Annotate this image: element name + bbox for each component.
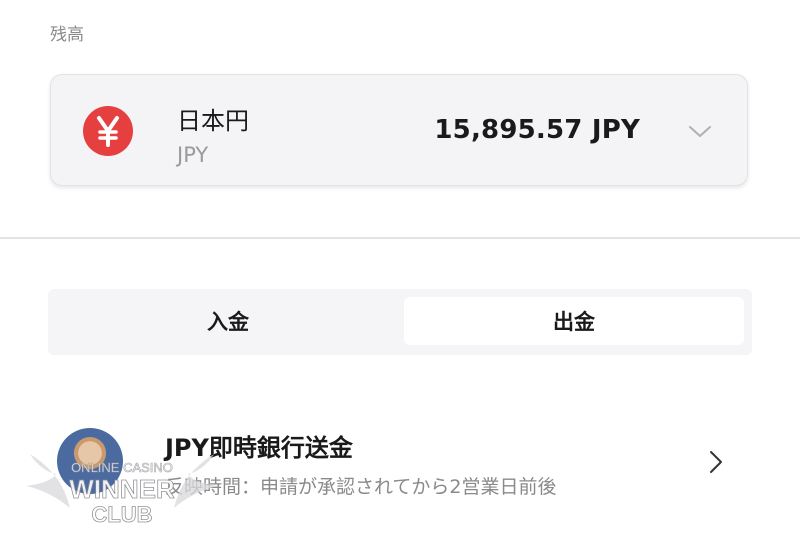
payment-method-item[interactable]: JPY即時銀行送金 反映時間：申請が承認されてから2営業日前後 — [0, 400, 800, 520]
balance-section-label: 残高 — [50, 25, 84, 45]
chevron-right-icon[interactable] — [708, 450, 724, 478]
tab-withdraw[interactable]: 出金 — [404, 297, 744, 345]
chevron-down-icon[interactable] — [688, 124, 712, 143]
method-title: JPY即時銀行送金 — [165, 434, 353, 462]
section-divider — [0, 237, 800, 239]
yen-icon — [83, 106, 133, 156]
method-subtitle: 反映時間：申請が承認されてから2営業日前後 — [165, 476, 557, 498]
currency-code: JPY — [177, 143, 209, 167]
currency-name: 日本円 — [177, 107, 249, 135]
transaction-tabs: 入金 出金 — [48, 289, 752, 355]
balance-amount: 15,895.57 JPY — [434, 115, 640, 145]
method-avatar — [57, 428, 123, 494]
tab-deposit[interactable]: 入金 — [56, 297, 400, 345]
currency-selector[interactable]: 日本円 JPY 15,895.57 JPY — [50, 74, 748, 186]
